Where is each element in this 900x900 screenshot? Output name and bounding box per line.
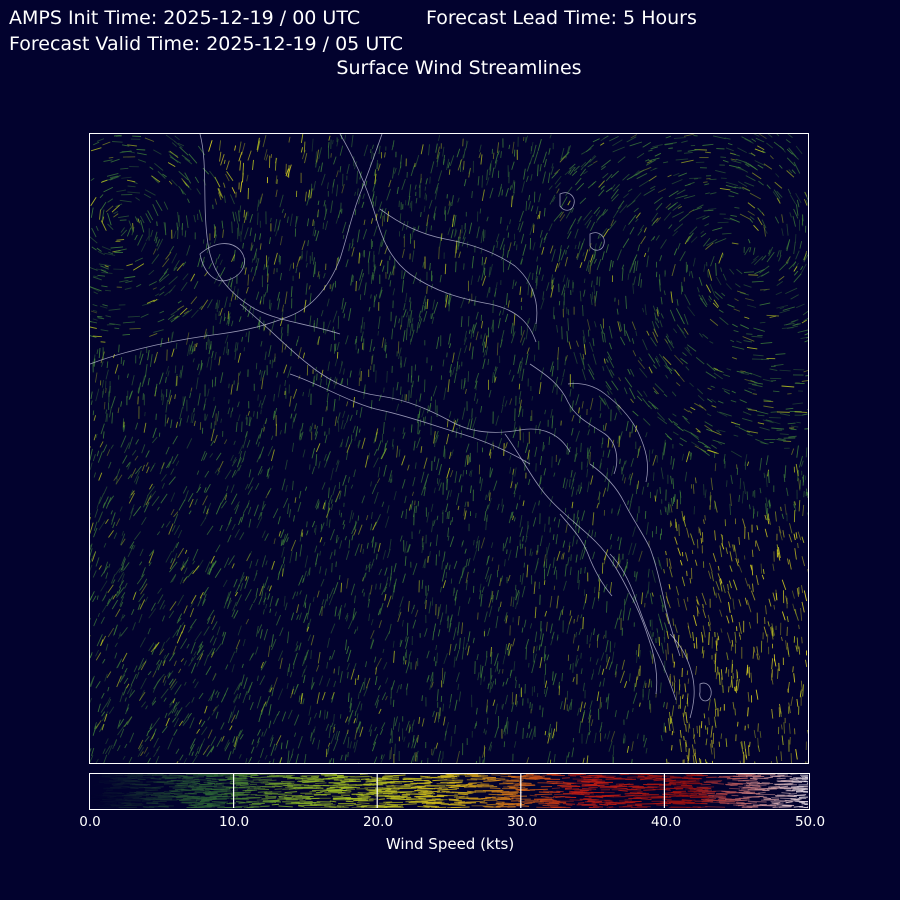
figure-title: Surface Wind Streamlines [336, 57, 582, 79]
colorbar-tick: 20.0 [362, 814, 394, 830]
wind-speed-colorbar [89, 773, 810, 810]
init-time-label: AMPS Init Time: 2025-12-19 / 00 UTC [9, 7, 361, 29]
colorbar-tick: 30.0 [506, 814, 538, 830]
valid-time-label: Forecast Valid Time: 2025-12-19 / 05 UTC [9, 33, 403, 55]
streamline-map [89, 133, 809, 764]
colorbar-tick: 40.0 [650, 814, 682, 830]
colorbar-tick: 0.0 [79, 814, 101, 830]
colorbar-label: Wind Speed (kts) [385, 835, 515, 853]
lead-time-label: Forecast Lead Time: 5 Hours [426, 7, 697, 29]
colorbar-tick: 50.0 [794, 814, 826, 830]
colorbar-canvas [90, 774, 808, 808]
forecast-figure: AMPS Init Time: 2025-12-19 / 00 UTC Fore… [0, 0, 900, 900]
streamline-map-canvas [90, 134, 808, 763]
wind-streamlines [90, 134, 808, 763]
colorbar-streaks [90, 774, 808, 808]
colorbar-tick: 10.0 [218, 814, 250, 830]
